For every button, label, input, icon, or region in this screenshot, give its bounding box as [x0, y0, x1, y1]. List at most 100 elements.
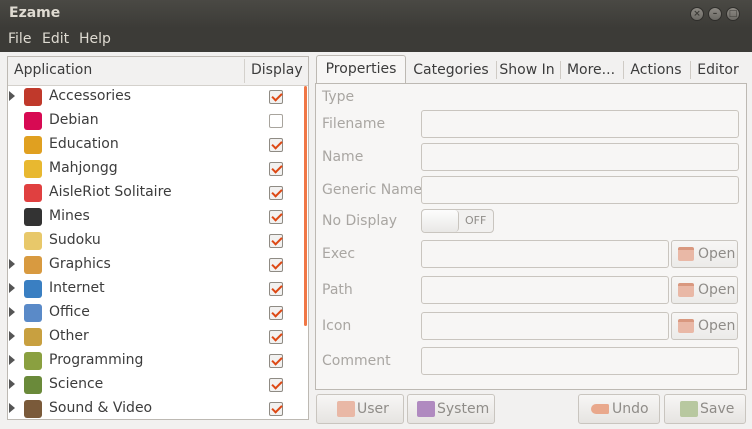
- tree-row[interactable]: Sudoku: [8, 229, 304, 253]
- solitaire-icon: [24, 184, 42, 202]
- tree-row[interactable]: Mahjongg: [8, 157, 304, 181]
- system-button[interactable]: System: [407, 394, 495, 424]
- display-checkbox[interactable]: [269, 90, 283, 104]
- display-checkbox[interactable]: [269, 138, 283, 152]
- tree-row[interactable]: Accessories: [8, 85, 304, 109]
- sound-video-icon: [24, 400, 42, 418]
- tab-actions[interactable]: Actions: [624, 57, 688, 83]
- display-checkbox[interactable]: [269, 234, 283, 248]
- display-checkbox[interactable]: [269, 378, 283, 392]
- column-header-display[interactable]: Display: [251, 62, 303, 78]
- display-checkbox[interactable]: [269, 114, 283, 128]
- display-checkbox[interactable]: [269, 330, 283, 344]
- display-checkbox[interactable]: [269, 162, 283, 176]
- comment-field[interactable]: [421, 347, 739, 375]
- folder-icon: [678, 247, 694, 261]
- tree-row[interactable]: Graphics: [8, 253, 304, 277]
- tab-categories[interactable]: Categories: [408, 57, 494, 83]
- expand-arrow-icon[interactable]: [9, 91, 15, 101]
- expand-arrow-icon[interactable]: [9, 379, 15, 389]
- tree-row[interactable]: Mines: [8, 205, 304, 229]
- expand-arrow-icon[interactable]: [9, 331, 15, 341]
- other-icon: [24, 328, 42, 346]
- tree-row-label: Sudoku: [49, 232, 101, 248]
- tree-row[interactable]: AisleRiot Solitaire: [8, 181, 304, 205]
- no-display-label: No Display: [322, 213, 398, 229]
- save-button[interactable]: Save: [664, 394, 746, 424]
- tree-scrollbar[interactable]: [304, 86, 307, 326]
- name-field[interactable]: [421, 143, 739, 171]
- tree-row-label: Other: [49, 328, 89, 344]
- switch-knob: [422, 210, 459, 232]
- editor-tabs: Properties Categories Show In More... Ac…: [316, 55, 746, 84]
- expand-arrow-icon[interactable]: [9, 259, 15, 269]
- tree-row[interactable]: Debian: [8, 109, 304, 133]
- user-button[interactable]: User: [316, 394, 404, 424]
- tree-row-label: Sound & Video: [49, 400, 153, 416]
- display-checkbox[interactable]: [269, 258, 283, 272]
- education-icon: [24, 136, 42, 154]
- tree-row[interactable]: Programming: [8, 349, 304, 373]
- menu-bar: File Edit Help: [0, 28, 752, 52]
- tree-row[interactable]: Science: [8, 373, 304, 397]
- sudoku-icon: [24, 232, 42, 250]
- tab-more[interactable]: More...: [561, 57, 621, 83]
- icon-field[interactable]: [421, 312, 669, 340]
- folder-icon: [678, 283, 694, 297]
- display-checkbox[interactable]: [269, 402, 283, 416]
- computer-icon: [417, 401, 435, 417]
- tree-row-label: Science: [49, 376, 104, 392]
- exec-open-button[interactable]: Open: [671, 240, 738, 268]
- no-display-switch[interactable]: OFF: [421, 209, 494, 233]
- display-checkbox[interactable]: [269, 186, 283, 200]
- expand-arrow-icon[interactable]: [9, 403, 15, 413]
- tree-row-label: Graphics: [49, 256, 111, 272]
- tree-row[interactable]: Education: [8, 133, 304, 157]
- tree-row-label: Office: [49, 304, 90, 320]
- tab-show-in[interactable]: Show In: [497, 57, 557, 83]
- icon-open-button[interactable]: Open: [671, 312, 738, 340]
- tree-row[interactable]: Sound & Video: [8, 397, 304, 419]
- icon-label: Icon: [322, 318, 352, 334]
- close-window-icon[interactable]: ×: [690, 7, 704, 21]
- column-divider: [244, 59, 245, 83]
- expand-arrow-icon[interactable]: [9, 355, 15, 365]
- path-field[interactable]: [421, 276, 669, 304]
- tree-row-label: Mines: [49, 208, 90, 224]
- display-checkbox[interactable]: [269, 210, 283, 224]
- comment-label: Comment: [322, 353, 391, 369]
- tree-row[interactable]: Internet: [8, 277, 304, 301]
- debian-icon: [24, 112, 42, 130]
- name-label: Name: [322, 149, 364, 165]
- display-checkbox[interactable]: [269, 354, 283, 368]
- tree-row[interactable]: Office: [8, 301, 304, 325]
- undo-button[interactable]: Undo: [578, 394, 660, 424]
- expand-arrow-icon[interactable]: [9, 307, 15, 317]
- expand-arrow-icon[interactable]: [9, 283, 15, 293]
- tree-row[interactable]: Other: [8, 325, 304, 349]
- path-open-button[interactable]: Open: [671, 276, 738, 304]
- accessories-icon: [24, 88, 42, 106]
- programming-icon: [24, 352, 42, 370]
- tree-row-label: AisleRiot Solitaire: [49, 184, 172, 200]
- maximize-window-icon[interactable]: □: [726, 7, 740, 21]
- tree-row-label: Internet: [49, 280, 105, 296]
- tab-properties[interactable]: Properties: [316, 55, 406, 84]
- minimize-window-icon[interactable]: –: [708, 7, 722, 21]
- menu-file[interactable]: File: [8, 31, 31, 47]
- display-checkbox[interactable]: [269, 282, 283, 296]
- path-label: Path: [322, 282, 353, 298]
- menu-edit[interactable]: Edit: [42, 31, 69, 47]
- tab-editor[interactable]: Editor: [691, 57, 745, 83]
- column-header-application[interactable]: Application: [14, 62, 92, 78]
- exec-field[interactable]: [421, 240, 669, 268]
- exec-label: Exec: [322, 246, 356, 262]
- menu-help[interactable]: Help: [79, 31, 111, 47]
- filename-field[interactable]: [421, 110, 739, 138]
- generic-name-field[interactable]: [421, 176, 739, 204]
- display-checkbox[interactable]: [269, 306, 283, 320]
- switch-state: OFF: [465, 214, 487, 227]
- tree-row-label: Programming: [49, 352, 144, 368]
- tree-row-label: Accessories: [49, 88, 132, 104]
- tree-row-label: Debian: [49, 112, 99, 128]
